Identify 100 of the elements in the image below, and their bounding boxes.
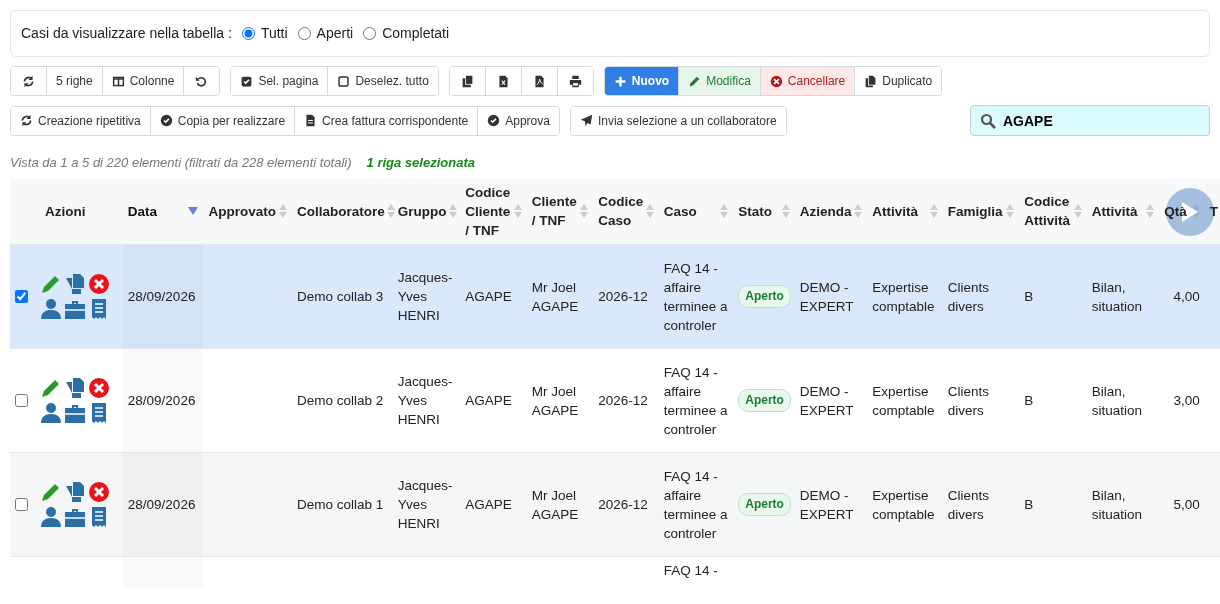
toolbar-button[interactable]: Nuovo (604, 67, 680, 95)
status-badge: Aperto (738, 285, 791, 308)
columns-icon (111, 74, 125, 88)
table-cell: Clients divers (947, 487, 990, 522)
table-cell: Expertise comptable (872, 383, 935, 418)
column-header[interactable]: Data (127, 201, 158, 221)
radio-button[interactable] (363, 27, 377, 40)
table-cell: 2026-12 (598, 497, 648, 512)
pencil-icon[interactable] (40, 273, 62, 295)
person-icon[interactable] (40, 402, 62, 424)
table-cell: Mr Joel AGAPE (531, 487, 579, 522)
table-cell: B (1024, 289, 1034, 304)
refresh-icon (20, 114, 33, 127)
table-cell: FAQ 14 - affaire terminee a controler (663, 260, 728, 333)
table-cell: AGAPE (465, 289, 512, 304)
table-summary: Vista da 1 a 5 di 220 elementi (filtrati da 228 elementi totali) (10, 154, 352, 172)
radio-label: Tutti (260, 24, 288, 43)
empty-box-icon (337, 74, 351, 88)
table-cell: Jacques-Yves HENRI (397, 478, 453, 531)
status-badge: Aperto (738, 389, 791, 412)
radio-button[interactable] (297, 27, 311, 40)
copy-icon[interactable] (64, 273, 86, 295)
copy-icon[interactable] (64, 481, 86, 503)
table-cell: 28/09/2026 (127, 497, 196, 512)
search-field[interactable]: AGAPE (970, 105, 1210, 136)
table-cell: Bilan, situation (1091, 487, 1143, 522)
plus-icon (613, 74, 627, 88)
column-header[interactable]: Attività (1091, 201, 1138, 221)
copy-button[interactable] (449, 67, 486, 95)
table-cell: Clients divers (947, 383, 990, 418)
x-circle-icon[interactable] (88, 377, 110, 399)
spreadsheet-file-icon (496, 74, 510, 88)
briefcase-icon[interactable] (64, 506, 86, 528)
radio-label: Aperti (316, 24, 354, 43)
toolbar-button[interactable]: Invia selezione a un collaboratore (570, 106, 786, 135)
column-header[interactable]: Caso (663, 201, 697, 221)
table-cell: Bilan, situation (1091, 279, 1143, 314)
column-header[interactable]: Stato (738, 201, 772, 221)
table-cell: B (1024, 393, 1034, 408)
table-cell: FAQ 14 - affaire terminee a controler (663, 364, 728, 437)
table-cell: DEMO - EXPERT (799, 279, 854, 314)
table-cell: FAQ 14 - affaire terminee a controler (663, 468, 728, 541)
table-cell: DEMO - EXPERT (799, 383, 854, 418)
table-cell: Demo collab 3 (297, 289, 384, 304)
refresh-icon (22, 74, 35, 88)
toolbar-button[interactable]: Modifica (679, 67, 761, 95)
toolbar-button[interactable]: Cancellare (760, 67, 856, 95)
table-cell: Demo collab 1 (297, 497, 384, 512)
copy-icon[interactable] (64, 377, 86, 399)
column-header[interactable]: T (1209, 201, 1218, 221)
person-icon[interactable] (40, 298, 62, 320)
person-icon[interactable] (40, 506, 62, 528)
status-badge: Aperto (738, 493, 791, 516)
pencil-icon[interactable] (40, 377, 62, 399)
table-cell: Clients divers (947, 279, 990, 314)
table-cell: 2026-12 (598, 393, 648, 408)
table-cell: FAQ 14 - (663, 563, 718, 578)
x-circle-icon[interactable] (88, 481, 110, 503)
column-header[interactable]: Azioni (45, 201, 86, 221)
table-cell: 5,00 (1173, 497, 1200, 512)
row-checkbox[interactable] (15, 290, 28, 303)
refresh-button[interactable] (11, 67, 47, 95)
check-circle-icon (487, 114, 501, 127)
selection-count: 1 riga selezionata (366, 154, 475, 172)
paper-plane-icon (579, 114, 593, 127)
table-cell: 28/09/2026 (127, 289, 196, 304)
x-circle-icon[interactable] (88, 273, 110, 295)
row-checkbox[interactable] (15, 498, 28, 511)
search-icon (980, 113, 996, 129)
table-cell: DEMO - EXPERT (799, 487, 854, 522)
column-header[interactable]: Attività (872, 201, 918, 221)
table-cell: Bilan, situation (1091, 383, 1143, 418)
table-cell: Mr Joel AGAPE (531, 383, 579, 418)
table-cell: Jacques-Yves HENRI (397, 374, 453, 427)
table-cell: 4,00 (1173, 289, 1200, 304)
duplicate-icon (864, 74, 878, 88)
pencil-icon[interactable] (40, 481, 62, 503)
toolbar-button[interactable]: Creazione ripetitiva (11, 106, 151, 135)
table-cell: Jacques-Yves HENRI (397, 270, 453, 323)
toolbar-button[interactable]: Sel. pagina (231, 67, 329, 95)
print-icon (568, 74, 582, 88)
radio-button[interactable] (241, 27, 255, 40)
row-checkbox[interactable] (15, 394, 28, 407)
check-circle-icon (159, 114, 173, 127)
filter-label: Casi da visualizzare nella tabella : (21, 24, 232, 43)
table-cell: Mr Joel AGAPE (531, 279, 579, 314)
table-cell: AGAPE (465, 497, 512, 512)
pencil-icon (688, 74, 702, 88)
table-cell: B (1024, 497, 1034, 512)
copy-icon (460, 74, 474, 88)
table-cell: Expertise comptable (872, 279, 935, 314)
briefcase-icon[interactable] (64, 298, 86, 320)
briefcase-icon[interactable] (64, 402, 86, 424)
table-cell: AGAPE (465, 393, 512, 408)
table-cell: Demo collab 2 (297, 393, 384, 408)
x-circle-icon (769, 74, 783, 88)
pdf-file-icon (532, 74, 546, 88)
table-cell: 3,00 (1173, 393, 1200, 408)
column-header[interactable]: Qtà (1164, 201, 1187, 221)
table-cell: Expertise comptable (872, 487, 935, 522)
